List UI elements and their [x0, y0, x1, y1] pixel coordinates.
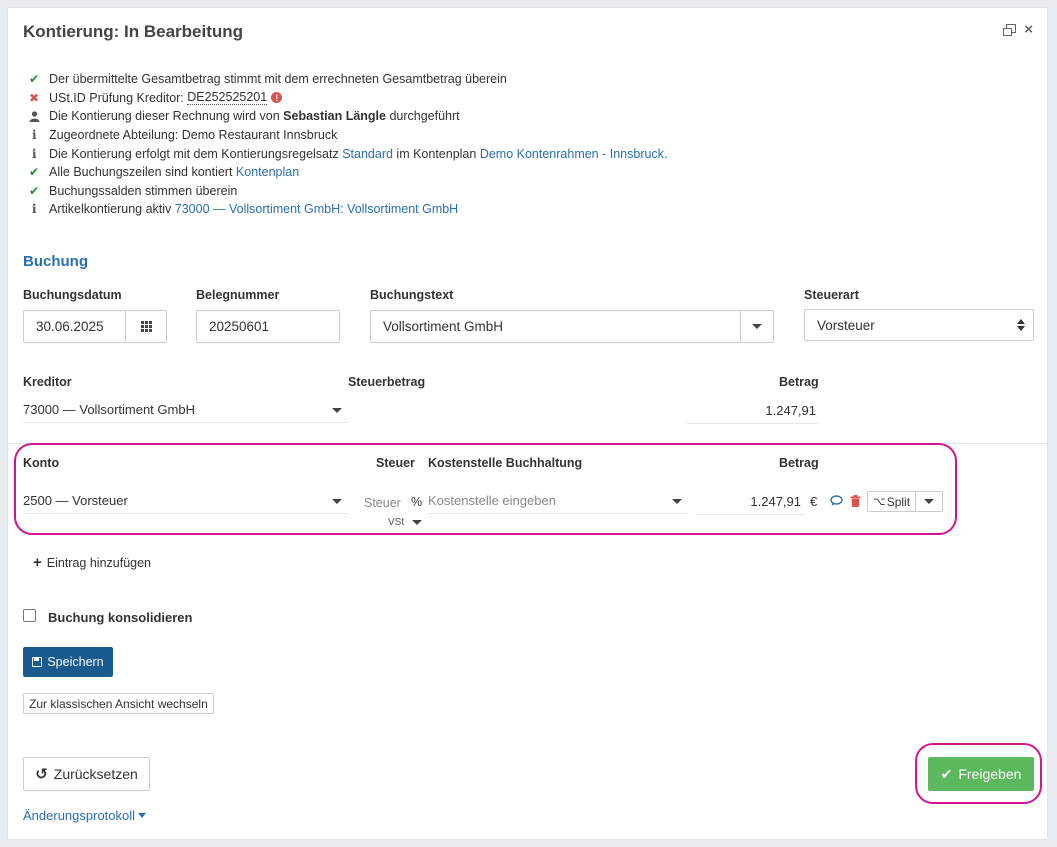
chevron-down-icon: [752, 324, 762, 329]
chevron-down-icon: [924, 499, 935, 504]
check-icon: ✔: [29, 165, 40, 180]
date-label: Buchungsdatum: [23, 288, 122, 302]
window-controls: ×: [1003, 22, 1033, 37]
undo-icon: ↺: [35, 766, 48, 783]
split-dropdown-button[interactable]: [916, 492, 942, 511]
consolidate-label: Buchung konsolidieren: [48, 610, 193, 625]
percent-sign: %: [411, 495, 423, 509]
cost-center-select[interactable]: Kostenstelle eingeben: [428, 488, 688, 514]
reset-button[interactable]: ↺ Zurücksetzen: [23, 757, 150, 791]
vat-id: DE252525201: [187, 90, 268, 106]
receipt-label: Belegnummer: [196, 288, 280, 302]
receipt-number-field[interactable]: 20250601: [196, 310, 340, 343]
kontenplan-link[interactable]: Kontenplan: [236, 165, 299, 179]
section-title-booking: Buchung: [23, 253, 88, 270]
date-field[interactable]: 30.06.2025: [23, 310, 167, 343]
chart-of-accounts-link[interactable]: Demo Kontenrahmen - Innsbruck: [480, 147, 664, 161]
check-icon: ✔: [940, 765, 953, 782]
user-icon: [29, 111, 49, 122]
status-row-department: i Zugeordnete Abteilung: Demo Restaurant…: [29, 126, 667, 145]
article-account-link[interactable]: 73000 — Vollsortiment GmbH: Vollsortimen…: [175, 202, 458, 216]
status-row-total: ✔ Der übermittelte Gesamtbetrag stimmt m…: [29, 72, 507, 87]
account-select[interactable]: 2500 — Vorsteuer: [23, 488, 348, 514]
add-entry-button[interactable]: + Eintrag hinzufügen: [33, 554, 151, 571]
tax-input[interactable]: Steuer: [364, 496, 401, 510]
floppy-icon: [32, 657, 43, 667]
consolidate-checkbox[interactable]: [23, 609, 36, 622]
chevron-down-icon: [138, 813, 147, 818]
split-button-group: ⌥ Split: [867, 491, 944, 512]
status-row-article: i Artikelkontierung aktiv 73000 — Vollso…: [29, 200, 667, 219]
info-icon: i: [32, 146, 37, 161]
approve-button[interactable]: ✔ Freigeben: [928, 757, 1034, 791]
booking-dialog: Kontierung: In Bearbeitung × ✔ Der überm…: [7, 7, 1049, 840]
ruleset-link[interactable]: Standard: [342, 147, 393, 161]
tax-type-select[interactable]: Vorsteuer: [804, 309, 1034, 341]
info-icon: i: [32, 128, 37, 143]
status-row-ruleset: i Die Kontierung erfolgt mit dem Kontier…: [29, 144, 667, 163]
currency-symbol: €: [810, 494, 818, 509]
booking-text-label: Buchungstext: [370, 288, 454, 302]
account-header: Konto: [23, 456, 60, 470]
save-button[interactable]: Speichern: [23, 647, 113, 677]
classic-view-button[interactable]: Zur klassischen Ansicht wechseln: [23, 693, 214, 714]
status-row-balances: ✔ Buchungssalden stimmen überein: [29, 183, 238, 198]
status-row-user: Die Kontierung dieser Rechnung wird von …: [29, 107, 667, 126]
select-arrows-icon: [1017, 319, 1025, 331]
close-icon[interactable]: ×: [1024, 22, 1033, 37]
creditor-select[interactable]: 73000 — Vollsortiment GmbH: [23, 397, 348, 423]
chevron-down-icon: [672, 499, 682, 504]
exclamation-icon[interactable]: !: [271, 92, 283, 104]
window-restore-icon[interactable]: [1003, 24, 1017, 36]
line-amount-header: Betrag: [779, 456, 819, 470]
check-icon: ✔: [29, 72, 40, 87]
split-button[interactable]: ⌥ Split: [868, 492, 915, 511]
cost-center-header: Kostenstelle Buchhaltung: [428, 456, 583, 470]
assignee-name: Sebastian Längle: [283, 109, 386, 124]
line-amount-field[interactable]: 1.247,91: [696, 489, 804, 515]
amount-field[interactable]: 1.247,91: [687, 398, 818, 424]
chevron-down-icon: [412, 519, 423, 525]
amount-label: Betrag: [779, 375, 819, 389]
booking-text-field[interactable]: Vollsortiment GmbH: [370, 310, 774, 343]
split-icon: ⌥: [873, 496, 886, 508]
status-list: ✔ Der übermittelte Gesamtbetrag stimmt m…: [29, 70, 667, 219]
comment-icon[interactable]: [830, 495, 843, 510]
calendar-icon: [140, 321, 152, 332]
calendar-button[interactable]: [125, 311, 166, 342]
info-icon: i: [32, 202, 37, 217]
tax-header: Steuer: [376, 456, 415, 470]
tax-type-label: Steuerart: [804, 288, 859, 302]
trash-icon[interactable]: [850, 495, 861, 510]
tax-code-select[interactable]: VSt: [388, 515, 428, 529]
change-log-link[interactable]: Änderungsprotokoll: [23, 808, 147, 823]
dialog-title: Kontierung: In Bearbeitung: [23, 22, 244, 41]
check-icon: ✔: [29, 183, 40, 198]
status-row-lines: ✔ Alle Buchungszeilen sind kontiert Kont…: [29, 165, 300, 180]
booking-text-dropdown-button[interactable]: [740, 311, 773, 342]
chevron-down-icon: [332, 499, 342, 504]
status-row-vat: ✖ USt.ID Prüfung Kreditor: DE252525201 !: [29, 89, 667, 108]
chevron-down-icon: [332, 408, 342, 413]
plus-icon: +: [33, 554, 42, 571]
creditor-label: Kreditor: [23, 375, 72, 389]
cross-icon: ✖: [29, 90, 40, 105]
tax-amount-label: Steuerbetrag: [348, 375, 426, 389]
